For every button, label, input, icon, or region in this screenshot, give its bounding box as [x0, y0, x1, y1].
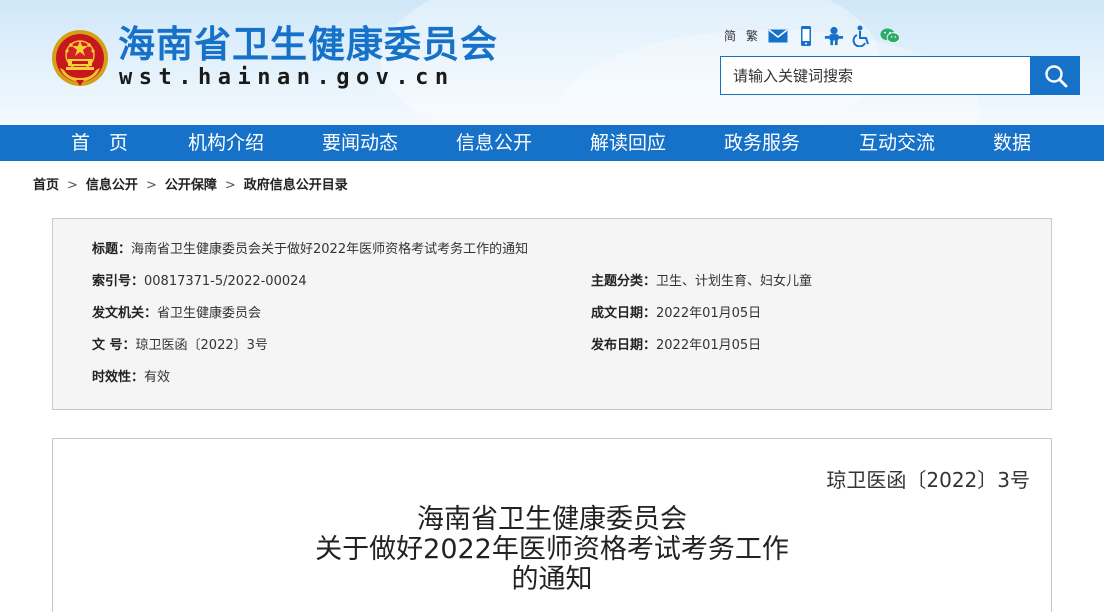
search-button[interactable] — [1031, 56, 1080, 95]
info-published-value: 2022年01月05日 — [656, 338, 762, 353]
info-published-date: 发布日期：2022年01月05日 — [591, 337, 761, 355]
breadcrumb-separator: > — [67, 178, 78, 193]
elder-mode-icon[interactable] — [824, 25, 844, 47]
info-index-no-value: 00817371-5/2022-00024 — [144, 274, 307, 289]
nav-item-info-disclosure[interactable]: 信息公开 — [456, 125, 532, 161]
nav-item-news[interactable]: 要闻动态 — [322, 125, 398, 161]
search-icon — [1044, 64, 1067, 87]
document-title: 海南省卫生健康委员会 关于做好2022年医师资格考试考务工作 的通知 — [53, 505, 1051, 595]
breadcrumb: 首页 > 信息公开 > 公开保障 > 政府信息公开目录 — [33, 176, 348, 196]
nav-item-services[interactable]: 政务服务 — [724, 125, 800, 161]
info-issuer: 发文机关：省卫生健康委员会 — [92, 305, 261, 323]
wechat-icon[interactable] — [880, 25, 901, 47]
breadcrumb-info-disclosure[interactable]: 信息公开 — [86, 178, 138, 193]
document-title-line: 关于做好2022年医师资格考试考务工作 — [315, 534, 789, 565]
info-issuer-label: 发文机关： — [92, 306, 158, 321]
info-doc-no-label: 文 号： — [92, 338, 136, 353]
site-domain: wst.hainan.gov.cn — [119, 65, 455, 90]
traditional-chinese-link[interactable]: 繁 — [746, 24, 758, 48]
breadcrumb-separator: > — [145, 178, 157, 193]
info-doc-no: 文 号：琼卫医函〔2022〕3号 — [92, 337, 268, 355]
nav-item-data[interactable]: 数据 — [993, 125, 1031, 161]
mobile-icon[interactable] — [796, 25, 816, 47]
search-input[interactable] — [721, 57, 1030, 94]
mail-icon[interactable] — [768, 25, 788, 47]
search-box — [720, 56, 1031, 95]
info-title: 标题：海南省卫生健康委员会关于做好2022年医师资格考试考务工作的通知 — [92, 241, 528, 259]
info-title-value: 海南省卫生健康委员会关于做好2022年医师资格考试考务工作的通知 — [131, 242, 529, 257]
breadcrumb-separator: > — [224, 178, 236, 193]
nav-item-organization[interactable]: 机构介绍 — [188, 125, 264, 161]
info-category-value: 卫生、计划生育、妇女儿童 — [656, 274, 813, 289]
info-created-label: 成文日期： — [591, 306, 657, 321]
nav-item-interpretation[interactable]: 解读回应 — [590, 125, 666, 161]
nav-item-home[interactable]: 首 页 — [71, 125, 128, 161]
breadcrumb-home[interactable]: 首页 — [33, 178, 59, 193]
document-info-panel: 标题：海南省卫生健康委员会关于做好2022年医师资格考试考务工作的通知 索引号：… — [52, 218, 1052, 410]
nav-item-interaction[interactable]: 互动交流 — [859, 125, 935, 161]
document-body: 琼卫医函〔2022〕3号 海南省卫生健康委员会 关于做好2022年医师资格考试考… — [52, 438, 1052, 612]
info-index-no: 索引号：00817371-5/2022-00024 — [92, 273, 307, 291]
accessibility-icon[interactable] — [852, 25, 872, 47]
breadcrumb-disclosure-guarantee[interactable]: 公开保障 — [165, 178, 217, 193]
info-title-label: 标题： — [92, 242, 132, 257]
info-category-label: 主题分类： — [591, 274, 657, 289]
info-issuer-value: 省卫生健康委员会 — [157, 306, 262, 321]
info-validity-value: 有效 — [144, 370, 171, 385]
info-published-label: 发布日期： — [591, 338, 657, 353]
simplified-chinese-link[interactable]: 简 — [724, 24, 736, 48]
site-title[interactable]: 海南省卫生健康委员会 — [118, 24, 498, 66]
document-title-line: 的通知 — [511, 564, 593, 595]
document-number: 琼卫医函〔2022〕3号 — [826, 468, 1030, 492]
breadcrumb-catalog[interactable]: 政府信息公开目录 — [244, 178, 348, 193]
info-index-no-label: 索引号： — [92, 274, 145, 289]
info-created-date: 成文日期：2022年01月05日 — [591, 305, 761, 323]
info-validity-label: 时效性： — [92, 370, 145, 385]
info-category: 主题分类：卫生、计划生育、妇女儿童 — [591, 273, 812, 291]
main-nav: 首 页 机构介绍 要闻动态 信息公开 解读回应 政务服务 互动交流 数据 — [0, 125, 1104, 161]
info-created-value: 2022年01月05日 — [656, 306, 762, 321]
site-header: 海南省卫生健康委员会 wst.hainan.gov.cn 简 繁 — [0, 0, 1104, 125]
header-tools: 简 繁 — [724, 24, 908, 48]
document-title-line: 海南省卫生健康委员会 — [417, 504, 687, 535]
info-doc-no-value: 琼卫医函〔2022〕3号 — [135, 338, 268, 353]
info-validity: 时效性：有效 — [92, 369, 170, 387]
national-emblem-icon[interactable] — [50, 28, 110, 88]
